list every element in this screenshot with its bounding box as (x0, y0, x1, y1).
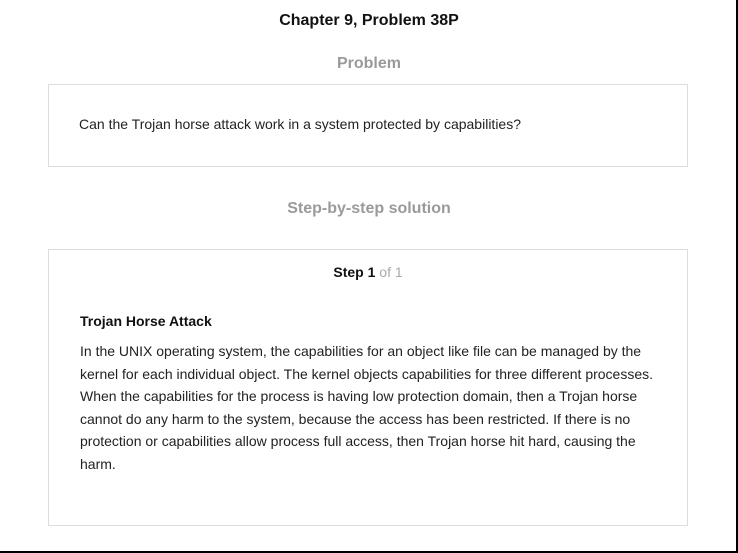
page-title: Chapter 9, Problem 38P (279, 12, 459, 29)
problem-text: Can the Trojan horse attack work in a sy… (79, 116, 521, 132)
step-number: 1 (367, 264, 376, 280)
step-body: In the UNIX operating system, the capabi… (80, 343, 654, 472)
step-title: Trojan Horse Attack (80, 313, 212, 329)
problem-card: Can the Trojan horse attack work in a sy… (48, 84, 688, 167)
step-total: of 1 (379, 264, 403, 280)
solution-heading: Step-by-step solution (287, 200, 451, 217)
solution-card: Step 1 of 1 Trojan Horse Attack In the U… (48, 249, 688, 526)
step-label: Step (333, 264, 364, 280)
problem-heading: Problem (336, 55, 401, 72)
step-indicator: Step 1 of 1 (49, 264, 687, 280)
